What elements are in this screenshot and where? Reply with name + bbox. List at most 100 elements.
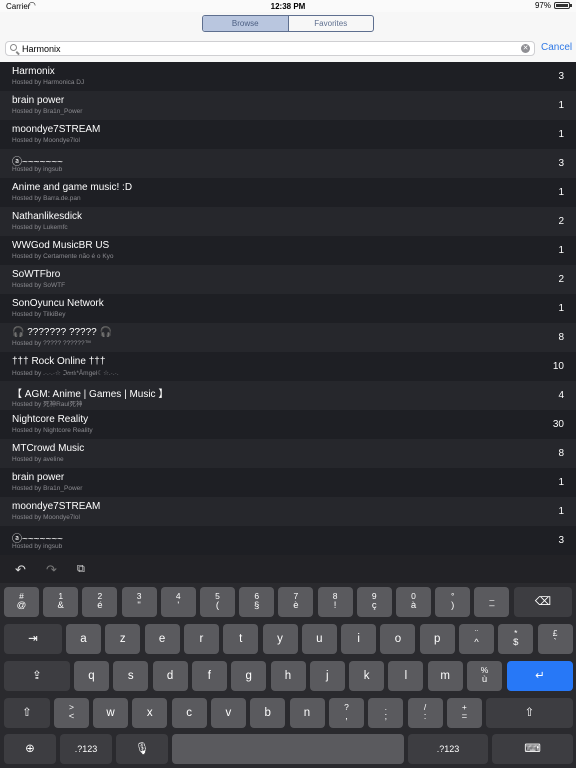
key-letter[interactable]: p bbox=[419, 624, 455, 654]
key-letter[interactable]: k bbox=[349, 661, 385, 691]
tab-favorites[interactable]: Favorites bbox=[289, 16, 374, 31]
return-key[interactable]: ↵ bbox=[507, 661, 573, 691]
key-number[interactable]: °) bbox=[435, 587, 471, 617]
shift-key-left[interactable]: ⇧ bbox=[4, 698, 50, 728]
key-letter[interactable]: a bbox=[66, 624, 101, 654]
key-letter[interactable]: o bbox=[380, 624, 416, 654]
key-char: , bbox=[345, 711, 348, 722]
search-input[interactable] bbox=[20, 42, 514, 55]
list-item[interactable]: MTCrowd Music Hosted by aveline 8 bbox=[0, 439, 576, 468]
key-letter[interactable]: z bbox=[105, 624, 141, 654]
key-number[interactable]: 6 § bbox=[239, 587, 275, 617]
station-host: Hosted by Certamente não é o Kyo bbox=[12, 253, 114, 260]
key-number[interactable]: _ – bbox=[474, 587, 510, 617]
key-char: ( bbox=[215, 600, 220, 611]
list-item[interactable]: brain power Hosted by Bra1n_Power 1 bbox=[0, 91, 576, 120]
status-bar: Carrier ◠ 12:38 PM 97% bbox=[0, 0, 576, 12]
key-letter[interactable]: u bbox=[301, 624, 337, 654]
key-letter[interactable]: d bbox=[152, 661, 188, 691]
station-host: Hosted by aveline bbox=[12, 456, 64, 463]
undo-icon[interactable]: ↶ bbox=[15, 562, 26, 578]
key-symbol[interactable]: > < bbox=[54, 698, 89, 728]
station-title: moondye7STREAM bbox=[12, 501, 101, 512]
key-symbol[interactable]: £ ` bbox=[537, 624, 573, 654]
key-letter[interactable]: j bbox=[309, 661, 345, 691]
list-item[interactable]: WWGod MusicBR US Hosted by Certamente não… bbox=[0, 236, 576, 265]
list-item[interactable]: ††† Rock Online ††† Hosted by .·.·.·☆ ℑ𝔞𝔫… bbox=[0, 352, 576, 381]
list-item[interactable]: moondye7STREAM Hosted by Moondye7lol 1 bbox=[0, 120, 576, 149]
key-symbol[interactable]: ?, bbox=[329, 698, 364, 728]
key-letter[interactable]: s bbox=[113, 661, 149, 691]
station-host: Hosted by SoWTF bbox=[12, 282, 66, 289]
list-item[interactable]: SoWTFbro Hosted by SoWTF 2 bbox=[0, 265, 576, 294]
list-item[interactable]: ⓐ~~~~~~~ Hosted by ingsub 3 bbox=[0, 526, 576, 555]
key-symbol[interactable]: ¨ ^ bbox=[459, 624, 494, 654]
key-number[interactable]: 8! bbox=[317, 587, 353, 617]
key-number[interactable]: 0à bbox=[396, 587, 431, 617]
shift-key-right[interactable]: ⇧ bbox=[486, 698, 573, 728]
key-symbol[interactable]: .; bbox=[368, 698, 404, 728]
key-letter[interactable]: x bbox=[132, 698, 168, 728]
key-symbol[interactable]: % ù bbox=[467, 661, 502, 691]
key-number[interactable]: 2é bbox=[82, 587, 118, 617]
key-letter[interactable]: t bbox=[223, 624, 259, 654]
list-item[interactable]: 【 AGM: Anime | Games | Music 】 Hosted by … bbox=[0, 381, 576, 410]
hide-keyboard-key[interactable]: ⌨ bbox=[492, 734, 573, 764]
station-title: brain power bbox=[12, 95, 65, 106]
list-item[interactable]: Nightcore Reality Hosted by Nightcore Rea… bbox=[0, 410, 576, 439]
key-number[interactable]: 4 ' bbox=[160, 587, 196, 617]
key-letter[interactable]: y bbox=[262, 624, 298, 654]
station-title: brain power bbox=[12, 472, 65, 483]
list-item[interactable]: Anime and game music! :D Hosted by Barra.… bbox=[0, 178, 576, 207]
key-letter[interactable]: b bbox=[250, 698, 286, 728]
station-title: SoWTFbro bbox=[12, 269, 61, 280]
numbers-key-right[interactable]: .?123 bbox=[408, 734, 488, 764]
station-host: Hosted by 死神Raul死神 bbox=[12, 401, 83, 408]
key-number[interactable]: 1 & bbox=[43, 587, 79, 617]
key-letter[interactable]: n bbox=[289, 698, 325, 728]
caps-lock-key[interactable]: ⇪ bbox=[4, 661, 70, 691]
key-letter[interactable]: i bbox=[341, 624, 377, 654]
redo-icon[interactable]: ↷ bbox=[46, 562, 57, 578]
key-symbol[interactable]: + = bbox=[446, 698, 482, 728]
key-number[interactable]: 7è bbox=[278, 587, 314, 617]
tab-key[interactable]: ⇥ bbox=[4, 624, 62, 654]
tab-browse[interactable]: Browse bbox=[203, 16, 289, 31]
key-letter[interactable]: e bbox=[144, 624, 180, 654]
key-letter[interactable]: c bbox=[171, 698, 207, 728]
station-host: Hosted by Harmonica DJ bbox=[12, 79, 85, 86]
clear-icon[interactable]: ✕ bbox=[521, 44, 530, 53]
key-letter[interactable]: f bbox=[191, 661, 227, 691]
list-item[interactable]: brain power Hosted by Bra1n_Power 1 bbox=[0, 468, 576, 497]
key-number[interactable]: 3 " bbox=[121, 587, 157, 617]
cancel-button[interactable]: Cancel bbox=[541, 42, 572, 53]
list-item[interactable]: Nathanlikesdick Hosted by Lukemfc 2 bbox=[0, 207, 576, 236]
list-item[interactable]: Harmonix Hosted by Harmonica DJ 3 bbox=[0, 62, 576, 91]
key-letter[interactable]: l bbox=[388, 661, 424, 691]
key-label: ⌫ bbox=[534, 596, 552, 608]
key-number[interactable]: 5( bbox=[200, 587, 235, 617]
key-letter[interactable]: h bbox=[270, 661, 306, 691]
numbers-key-left[interactable]: .?123 bbox=[60, 734, 112, 764]
key-symbol[interactable]: * $ bbox=[498, 624, 534, 654]
results-list[interactable]: Harmonix Hosted by Harmonica DJ 3 brain pow… bbox=[0, 62, 576, 555]
delete-key[interactable]: ⌫ bbox=[514, 587, 572, 617]
key-letter[interactable]: g bbox=[231, 661, 267, 691]
list-item[interactable]: moondye7STREAM Hosted by Moondye7lol 1 bbox=[0, 497, 576, 526]
space-key[interactable] bbox=[172, 734, 404, 764]
key-number[interactable]: 9ç bbox=[356, 587, 392, 617]
search-bar[interactable]: ✕ bbox=[5, 41, 535, 56]
key-letter[interactable]: v bbox=[210, 698, 246, 728]
key-letter[interactable]: w bbox=[93, 698, 128, 728]
key-symbol[interactable]: /: bbox=[407, 698, 443, 728]
globe-key[interactable]: ⊕ bbox=[4, 734, 56, 764]
key-letter[interactable]: r bbox=[183, 624, 219, 654]
key-letter[interactable]: m bbox=[427, 661, 463, 691]
key-number[interactable]: # @ bbox=[4, 587, 39, 617]
microphone-key[interactable]: 🎙 bbox=[116, 734, 168, 764]
key-letter[interactable]: q bbox=[74, 661, 109, 691]
list-item[interactable]: SonOyuncu Network Hosted by TilkiBey 1 bbox=[0, 294, 576, 323]
list-item[interactable]: ⓐ~~~~~~~ Hosted by ingsub 3 bbox=[0, 149, 576, 178]
list-item[interactable]: 🎧 ??????? ????? 🎧 Hosted by ????? ??????™… bbox=[0, 323, 576, 352]
paste-icon[interactable]: ⧉ bbox=[77, 563, 85, 576]
